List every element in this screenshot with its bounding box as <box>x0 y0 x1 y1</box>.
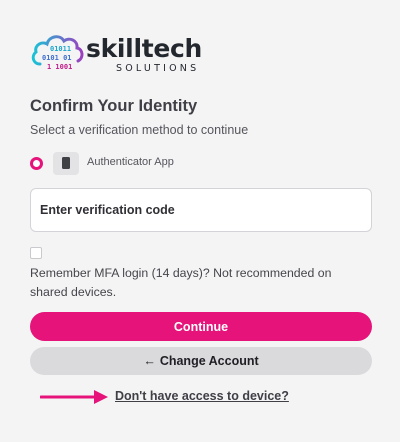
smartphone-icon <box>53 152 79 175</box>
continue-button[interactable]: Continue <box>30 312 372 341</box>
no-access-link[interactable]: Don't have access to device? <box>115 389 289 403</box>
change-account-label: Change Account <box>159 354 259 368</box>
arrow-left-icon: ← <box>143 354 156 368</box>
binary-row-3: 1 1001 <box>47 63 72 71</box>
method-radio[interactable] <box>30 157 43 170</box>
cloud-binary-icon: 01011 0101 01 1 1001 <box>31 35 84 71</box>
skilltech-logo: 01011 0101 01 1 1001 skilltech SOLUTIONS <box>30 30 203 82</box>
arrow-right-icon <box>40 390 108 404</box>
change-account-button[interactable]: ← Change Account <box>30 347 372 375</box>
method-option-authenticator[interactable]: Authenticator App <box>30 152 370 176</box>
page-subtitle: Select a verification method to continue <box>30 123 249 137</box>
mfa-card: 01011 0101 01 1 1001 skilltech SOLUTIONS… <box>0 0 400 442</box>
binary-row-1: 01011 <box>50 45 71 53</box>
remember-mfa-label: Remember MFA login (14 days)? Not recomm… <box>30 266 332 299</box>
remember-mfa-checkbox[interactable] <box>30 247 42 259</box>
page-title: Confirm Your Identity <box>30 97 198 115</box>
method-label: Authenticator App <box>87 156 174 168</box>
logo-subtitle: SOLUTIONS <box>116 63 200 74</box>
logo-name: skilltech <box>86 34 203 63</box>
verification-code-input[interactable] <box>30 188 372 232</box>
binary-row-2: 0101 01 <box>42 54 72 62</box>
